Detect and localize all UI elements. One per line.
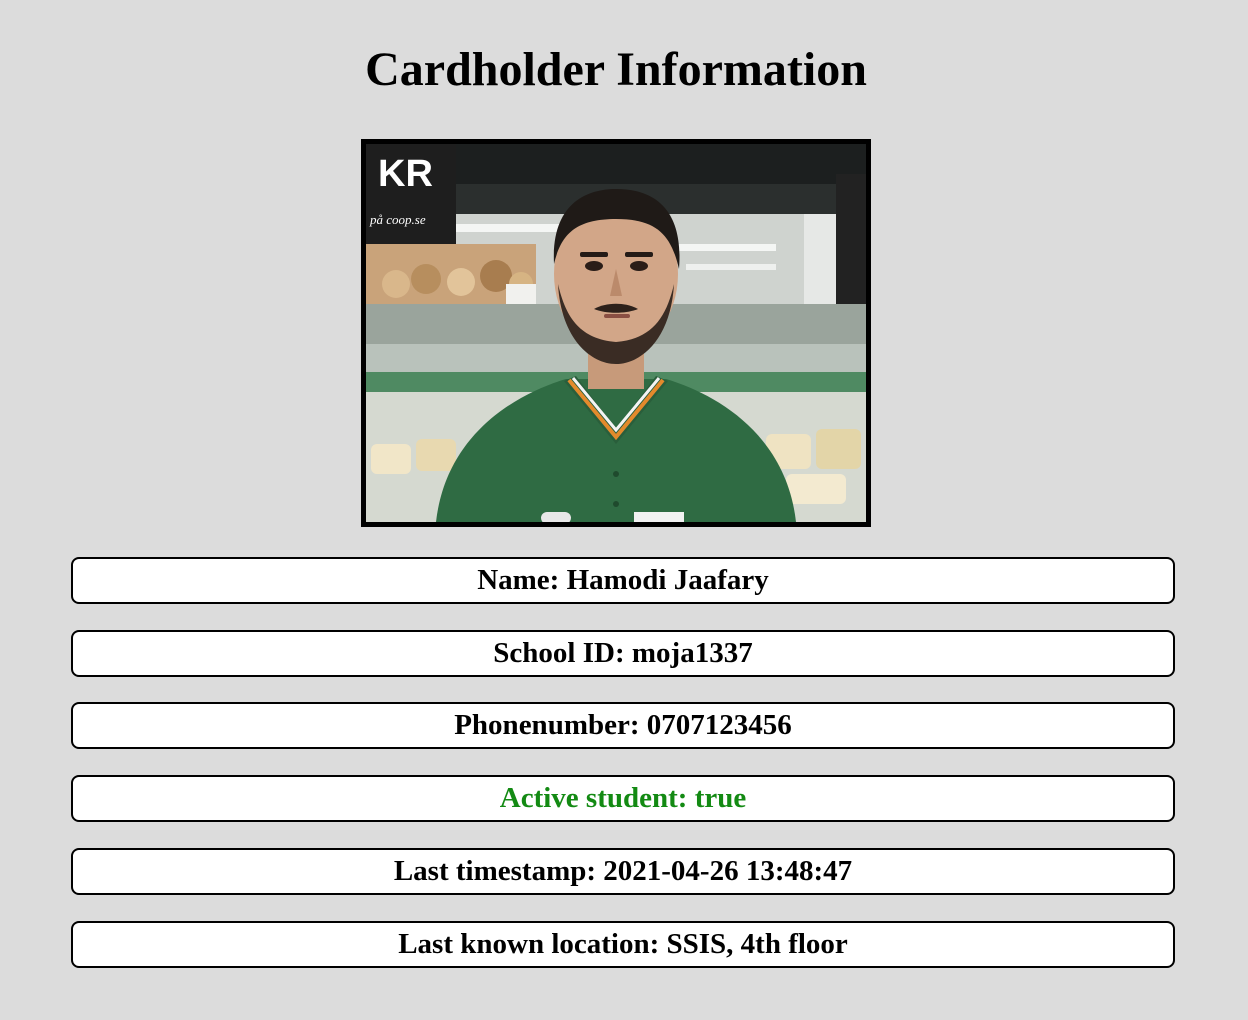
- name-label: Name:: [477, 564, 567, 596]
- page-title: Cardholder Information: [365, 43, 867, 96]
- last-timestamp-label: Last timestamp:: [393, 855, 604, 887]
- school-id-label: School ID:: [493, 637, 632, 669]
- last-timestamp-value: 2021-04-26 13:48:47: [603, 855, 853, 887]
- phone-label: Phonenumber:: [454, 709, 647, 741]
- name-value: Hamodi Jaafary: [566, 564, 769, 596]
- sign-letters: KR: [378, 153, 433, 195]
- active-student-value: true: [694, 782, 747, 814]
- school-id-value: moja1337: [631, 637, 753, 669]
- info-last-timestamp: Last timestamp: 2021-04-26 13:48:47: [71, 848, 1175, 895]
- info-school-id: School ID: moja1337: [71, 630, 1175, 677]
- sign-url: på coop.se: [369, 212, 426, 227]
- cardholder-photo-image: KR på coop.se: [366, 144, 866, 522]
- phone-value: 0707123456: [646, 709, 792, 741]
- info-last-location: Last known location: SSIS, 4th floor: [71, 921, 1175, 968]
- last-location-value: SSIS, 4th floor: [666, 928, 848, 960]
- active-student-label: Active student:: [499, 782, 695, 814]
- last-location-label: Last known location:: [398, 928, 667, 960]
- info-active-student: Active student: true: [71, 775, 1175, 822]
- info-name: Name: Hamodi Jaafary: [71, 557, 1175, 604]
- cardholder-photo: KR på coop.se: [361, 139, 871, 527]
- info-phone: Phonenumber: 0707123456: [71, 702, 1175, 749]
